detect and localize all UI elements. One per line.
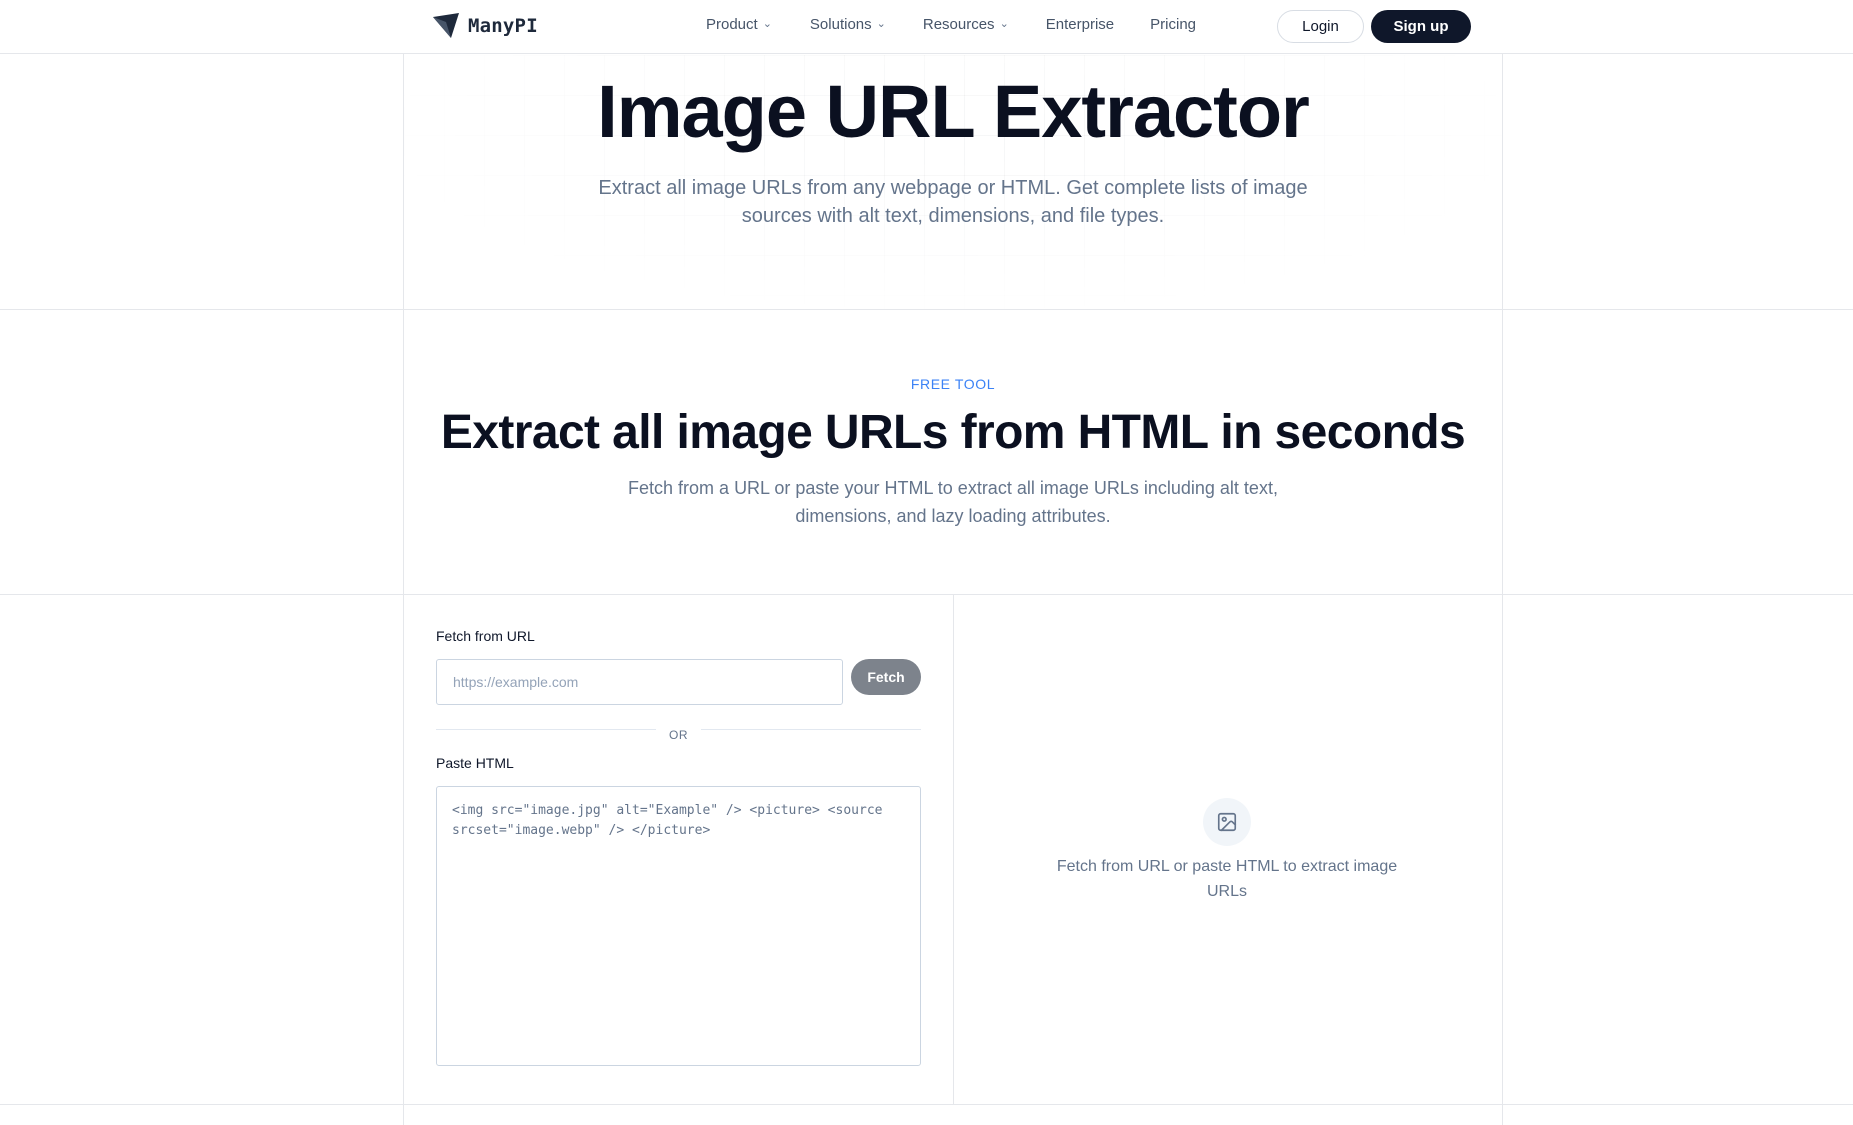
section-subtitle: Fetch from a URL or paste your HTML to e… xyxy=(628,478,1278,526)
grid-line-right xyxy=(1502,54,1503,1125)
paper-plane-logo-icon xyxy=(432,12,460,39)
nav-item-solutions[interactable]: Solutions ⌄ xyxy=(810,16,886,33)
nav-item-label: Pricing xyxy=(1150,16,1197,33)
tool-divider xyxy=(953,595,954,1105)
nav-item-label: Product xyxy=(706,16,758,33)
brand-name: ManyPI xyxy=(468,14,538,37)
page: ManyPI Product ⌄ Solutions ⌄ Resources ⌄… xyxy=(0,0,1853,1125)
chevron-down-icon: ⌄ xyxy=(999,18,1009,30)
chevron-down-icon: ⌄ xyxy=(762,18,772,30)
primary-nav: Product ⌄ Solutions ⌄ Resources ⌄ Enterp… xyxy=(706,16,1196,33)
section-bottom-line xyxy=(0,594,1853,595)
hero-bottom-line xyxy=(0,309,1853,310)
image-icon xyxy=(1203,798,1251,846)
nav-item-product[interactable]: Product ⌄ xyxy=(706,16,772,33)
nav-item-label: Resources xyxy=(922,16,995,33)
or-label: OR xyxy=(656,728,701,742)
nav-item-enterprise[interactable]: Enterprise xyxy=(1046,16,1114,33)
brand-logo-link[interactable]: ManyPI xyxy=(432,12,538,39)
nav-item-pricing[interactable]: Pricing xyxy=(1150,16,1196,33)
nav-item-label: Solutions xyxy=(809,16,872,33)
nav-item-label: Enterprise xyxy=(1045,16,1115,33)
url-input[interactable] xyxy=(436,659,843,705)
url-label: Fetch from URL xyxy=(436,628,535,644)
section-title: Extract all image URLs from HTML in seco… xyxy=(440,406,1466,459)
signup-button[interactable]: Sign up xyxy=(1371,10,1471,43)
page-title: Image URL Extractor xyxy=(597,70,1310,153)
section-eyebrow: FREE TOOL xyxy=(910,376,996,392)
html-input[interactable] xyxy=(436,786,921,1066)
tool-bottom-line xyxy=(0,1104,1853,1105)
login-button[interactable]: Login xyxy=(1277,10,1364,43)
empty-state-message: Fetch from URL or paste HTML to extract … xyxy=(1056,858,1398,900)
chevron-down-icon: ⌄ xyxy=(876,18,886,30)
fetch-button[interactable]: Fetch xyxy=(851,659,921,695)
hero-subtitle: Extract all image URLs from any webpage … xyxy=(598,177,1308,227)
html-label: Paste HTML xyxy=(436,755,514,771)
top-nav: ManyPI Product ⌄ Solutions ⌄ Resources ⌄… xyxy=(0,0,1853,54)
nav-item-resources[interactable]: Resources ⌄ xyxy=(923,16,1009,33)
